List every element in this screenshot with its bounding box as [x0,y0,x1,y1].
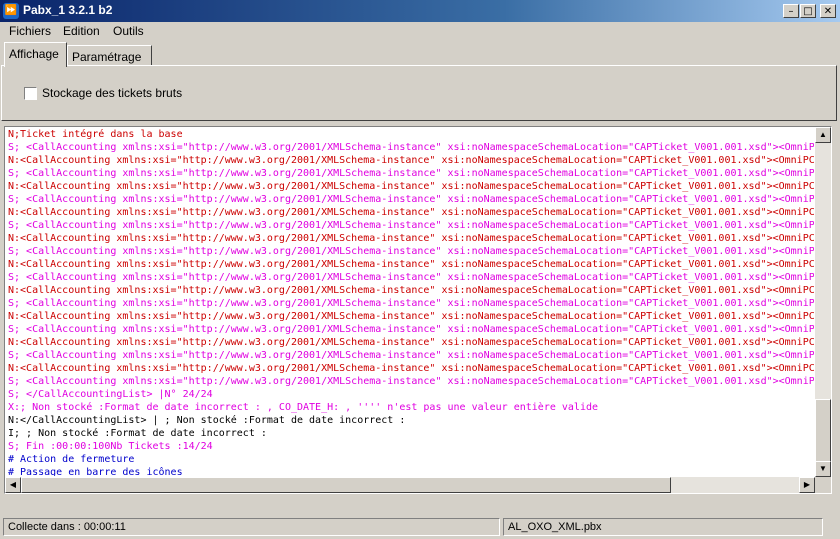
log-lines: N;Ticket intégré dans la base S; <CallAcc… [8,128,814,476]
log-line: N:</CallAccountingList> | ; Non stocké :… [8,415,406,426]
log-line: S; </CallAccountingList> |N° 24/24 [8,389,213,400]
vertical-scroll-thumb[interactable] [815,399,831,463]
log-line: S; <CallAccounting xmlns:xsi="http://www… [8,142,814,153]
log-line: N:<CallAccounting xmlns:xsi="http://www.… [8,363,814,374]
horizontal-scrollbar[interactable]: ◀ ▶ [5,477,815,493]
log-line: N:<CallAccounting xmlns:xsi="http://www.… [8,311,814,322]
log-line: N:<CallAccounting xmlns:xsi="http://www.… [8,207,814,218]
scroll-right-button[interactable]: ▶ [799,477,815,493]
menu-fichiers[interactable]: Fichiers [9,24,51,38]
log-line: X:; Non stocké :Format de date incorrect… [8,402,599,413]
scroll-up-button[interactable]: ▲ [815,127,831,143]
tab-parametrage-label: Paramétrage [72,50,142,64]
log-line: N:<CallAccounting xmlns:xsi="http://www.… [8,285,814,296]
log-line: # Action de fermeture [8,454,135,465]
log-line: S; <CallAccounting xmlns:xsi="http://www… [8,194,814,205]
scroll-down-button[interactable]: ▼ [815,461,831,477]
status-file: AL_OXO_XML.pbx [503,518,823,536]
log-line: N;Ticket intégré dans la base [8,129,183,140]
status-bar: Collecte dans : 00:00:11 AL_OXO_XML.pbx [0,516,840,539]
log-line: N:<CallAccounting xmlns:xsi="http://www.… [8,233,814,244]
log-line: N:<CallAccounting xmlns:xsi="http://www.… [8,259,814,270]
log-line: S; <CallAccounting xmlns:xsi="http://www… [8,246,814,257]
close-button[interactable]: ✕ [820,4,836,18]
tab-parametrage[interactable]: Paramétrage [67,45,152,66]
log-line: I; ; Non stocké :Format de date incorrec… [8,428,267,439]
log-line: S; <CallAccounting xmlns:xsi="http://www… [8,168,814,179]
stockage-checkbox[interactable] [24,87,37,100]
tab-affichage-label: Affichage [9,47,59,61]
window-title: Pabx_1 3.2.1 b2 [23,3,113,17]
maximize-button[interactable]: □ [800,4,816,18]
log-line: S; Fin :00:00:100Nb Tickets :14/24 [8,441,213,452]
title-bar: ⏩ Pabx_1 3.2.1 b2 – □ ✕ [0,0,840,22]
log-line: S; <CallAccounting xmlns:xsi="http://www… [8,376,814,387]
stockage-label: Stockage des tickets bruts [42,86,183,100]
menu-outils[interactable]: Outils [113,24,144,38]
tab-affichage[interactable]: Affichage [4,42,67,67]
menu-bar: Fichiers Edition Outils [0,22,840,41]
log-line: S; <CallAccounting xmlns:xsi="http://www… [8,324,814,335]
log-line: N:<CallAccounting xmlns:xsi="http://www.… [8,181,814,192]
log-line: N:<CallAccounting xmlns:xsi="http://www.… [8,337,814,348]
log-line: N:<CallAccounting xmlns:xsi="http://www.… [8,155,814,166]
scroll-left-button[interactable]: ◀ [5,477,21,493]
app-icon[interactable]: ⏩ [3,3,19,19]
vertical-scrollbar[interactable]: ▲ ▼ [815,127,831,477]
status-collecte: Collecte dans : 00:00:11 [3,518,500,536]
log-view[interactable]: N;Ticket intégré dans la base S; <CallAcc… [4,126,832,494]
log-line: S; <CallAccounting xmlns:xsi="http://www… [8,272,814,283]
log-line: S; <CallAccounting xmlns:xsi="http://www… [8,220,814,231]
tab-strip: Affichage Paramétrage [0,41,840,67]
resize-grip-icon[interactable] [825,518,838,536]
log-line: S; <CallAccounting xmlns:xsi="http://www… [8,298,814,309]
minimize-button[interactable]: – [783,4,799,18]
options-panel: Stockage des tickets bruts [1,65,837,121]
menu-edition[interactable]: Edition [63,24,100,38]
log-line: S; <CallAccounting xmlns:xsi="http://www… [8,350,814,361]
scroll-corner [815,477,831,493]
log-line: # Passage en barre des icônes [8,467,183,476]
horizontal-scroll-thumb[interactable] [21,477,671,493]
